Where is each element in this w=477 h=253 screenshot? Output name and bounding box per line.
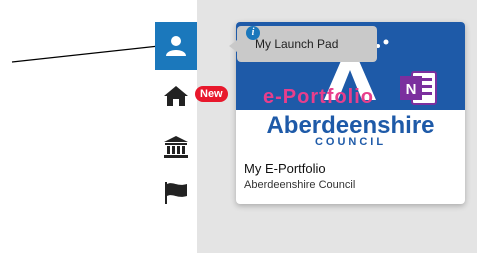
- onenote-icon: N: [400, 71, 437, 105]
- flag-icon: [165, 182, 187, 204]
- brand-subtitle: COUNCIL: [314, 136, 387, 148]
- sidebar-item-bank[interactable]: [155, 130, 197, 164]
- bank-icon: [164, 136, 188, 158]
- card-subtitle: Aberdeenshire Council: [244, 179, 356, 191]
- info-icon[interactable]: i: [246, 26, 260, 40]
- home-icon: [164, 86, 188, 106]
- user-icon: [166, 36, 186, 56]
- sidebar-item-home[interactable]: [155, 80, 197, 112]
- eportfolio-logo-text: e-Portfolio: [263, 86, 374, 108]
- new-badge: New: [195, 86, 228, 102]
- sidebar-item-launch-pad[interactable]: [155, 22, 197, 70]
- tooltip-label: My Launch Pad: [255, 37, 339, 51]
- tooltip-pointer: [229, 40, 237, 52]
- svg-text:N: N: [406, 81, 417, 98]
- card-title[interactable]: My E-Portfolio: [244, 161, 326, 176]
- sidebar-item-flag[interactable]: [155, 176, 197, 210]
